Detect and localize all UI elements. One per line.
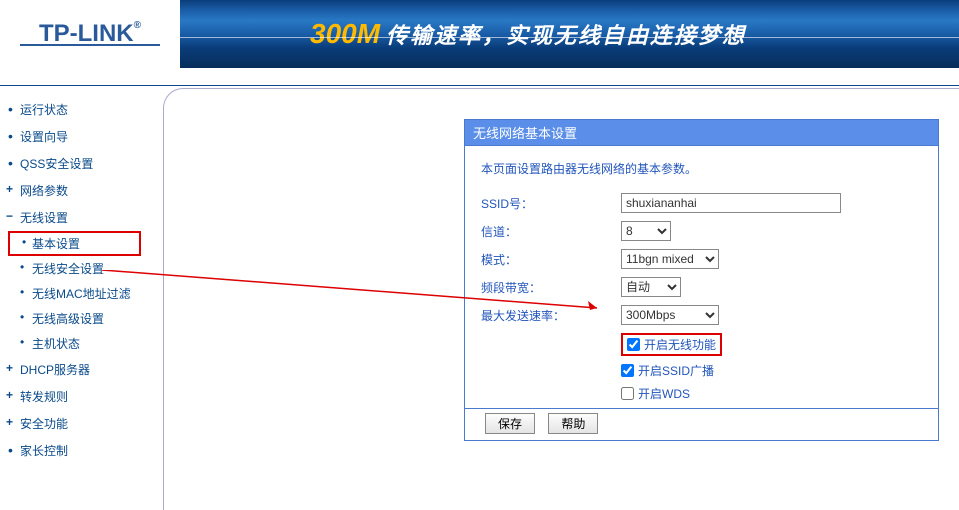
sub-bar [0, 68, 959, 86]
sidebar-item-host-status[interactable]: 主机状态 [8, 331, 145, 356]
sidebar-item-security[interactable]: 安全功能 [8, 410, 145, 437]
header: TP-LINK® 300M 传输速率，实现无线自由连接梦想 [0, 0, 959, 68]
sidebar-item-forwarding[interactable]: 转发规则 [8, 383, 145, 410]
sidebar-item-qss[interactable]: QSS安全设置 [8, 150, 145, 177]
panel-title: 无线网络基本设置 [464, 119, 939, 146]
banner-text: 传输速率，实现无线自由连接梦想 [386, 18, 746, 50]
save-button[interactable]: 保存 [485, 413, 535, 434]
channel-select[interactable]: 8 [621, 221, 671, 241]
settings-panel: 无线网络基本设置 本页面设置路由器无线网络的基本参数。 SSID号： 信道： 8… [464, 119, 939, 441]
mode-label: 模式： [481, 251, 621, 268]
sidebar-item-basic-settings[interactable]: 基本设置 [8, 231, 141, 256]
enable-ssid-label: 开启SSID广播 [638, 362, 714, 379]
mode-select[interactable]: 11bgn mixed [621, 249, 719, 269]
enable-wireless-checkbox[interactable] [627, 338, 640, 351]
enable-ssid-checkbox[interactable] [621, 364, 634, 377]
banner: 300M 传输速率，实现无线自由连接梦想 [180, 0, 959, 68]
maxrate-label: 最大发送速率： [481, 307, 621, 324]
sidebar-item-parental[interactable]: 家长控制 [8, 437, 145, 464]
panel-intro: 本页面设置路由器无线网络的基本参数。 [481, 160, 922, 177]
sidebar: 运行状态 设置向导 QSS安全设置 网络参数 无线设置 基本设置 无线安全设置 … [0, 86, 145, 464]
sidebar-item-wireless[interactable]: 无线设置 [8, 204, 145, 231]
banner-prefix: 300M [310, 18, 380, 50]
sidebar-item-wireless-security[interactable]: 无线安全设置 [8, 256, 145, 281]
sidebar-item-mac-filter[interactable]: 无线MAC地址过滤 [8, 281, 145, 306]
maxrate-select[interactable]: 300Mbps [621, 305, 719, 325]
ssid-label: SSID号： [481, 195, 621, 212]
sidebar-item-network[interactable]: 网络参数 [8, 177, 145, 204]
bandwidth-label: 频段带宽： [481, 279, 621, 296]
logo-section: TP-LINK® [0, 0, 180, 68]
enable-wireless-label: 开启无线功能 [644, 336, 716, 353]
help-button[interactable]: 帮助 [548, 413, 598, 434]
enable-wds-label: 开启WDS [638, 385, 690, 402]
sidebar-item-status[interactable]: 运行状态 [8, 96, 145, 123]
enable-wds-checkbox[interactable] [621, 387, 634, 400]
sidebar-item-dhcp[interactable]: DHCP服务器 [8, 356, 145, 383]
sidebar-item-wireless-advanced[interactable]: 无线高级设置 [8, 306, 145, 331]
ssid-input[interactable] [621, 193, 841, 213]
bandwidth-select[interactable]: 自动 [621, 277, 681, 297]
sidebar-item-wizard[interactable]: 设置向导 [8, 123, 145, 150]
channel-label: 信道： [481, 223, 621, 240]
